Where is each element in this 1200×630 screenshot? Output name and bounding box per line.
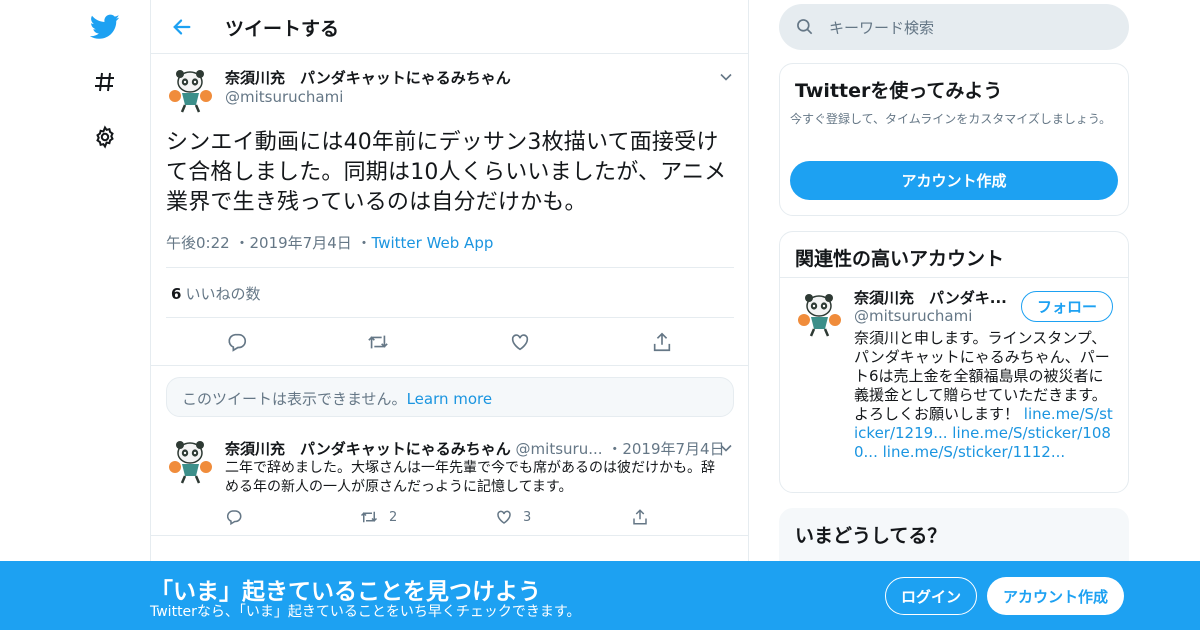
like-count: 3 (523, 509, 532, 525)
create-account-button[interactable]: アカウント作成 (790, 161, 1118, 200)
reply-header: 奈須川充 パンダキャットにゃるみちゃん @mitsuru... ・2019年7月… (225, 438, 725, 459)
divider (780, 277, 1128, 278)
chevron-down-icon[interactable] (718, 440, 734, 456)
reply-tweet[interactable]: 奈須川充 パンダキャットにゃるみちゃん @mitsuru... ・2019年7月… (151, 428, 749, 536)
divider (166, 317, 734, 318)
signup-description: 今すぐ登録して、タイムラインをカスタマイズしましょう。 (790, 112, 1112, 126)
reply-author-name[interactable]: 奈須川充 パンダキャットにゃるみちゃん (225, 440, 511, 458)
retweet-icon[interactable] (366, 330, 390, 354)
avatar[interactable] (166, 65, 215, 114)
divider (151, 365, 749, 366)
reply-actions: 2 3 (225, 508, 725, 528)
tweet-text: シンエイ動画には40年前にデッサン3枚描いて面接受けて合格しました。同期は10人… (166, 130, 727, 215)
hashtag-icon[interactable] (88, 65, 122, 99)
heart-icon[interactable] (508, 330, 532, 354)
twitter-bird-icon[interactable] (88, 10, 122, 44)
search-input[interactable]: キーワード検索 (779, 4, 1129, 50)
reply-text: 二年で辞めました。大塚さんは一年先輩で今でも席があるのは彼だけかも。辞める年の新… (225, 460, 715, 495)
likes-label: いいねの数 (185, 285, 261, 303)
share-icon[interactable] (631, 508, 649, 526)
signup-title: Twitterを使ってみよう (795, 80, 1003, 102)
share-icon[interactable] (650, 330, 674, 354)
tweet-author-name[interactable]: 奈須川充 パンダキャットにゃるみちゃん (225, 67, 511, 88)
related-account-name[interactable]: 奈須川充 パンダキ... (854, 287, 1007, 308)
page: ツイートする 奈須川充 パンダキャットにゃるみちゃん @mitsuruchami… (0, 0, 1200, 630)
reply-icon[interactable] (225, 508, 243, 526)
related-account-bio: 奈須川と申します。ラインスタンプ、パンダキャットにゃるみちゃん、パート6は売上金… (854, 329, 1114, 462)
bottom-signup-bar: 「いま」起きていることを見つけよう Twitterなら、「いま」起きていることを… (0, 561, 1200, 630)
unavailable-tweet-notice: このツイートは表示できません。Learn more (166, 377, 734, 417)
divider (166, 267, 734, 268)
retweet-count: 2 (389, 509, 398, 525)
login-button[interactable]: ログイン (885, 577, 977, 615)
meta-separator: ・ (607, 440, 623, 458)
retweet-button[interactable]: 2 (359, 508, 397, 526)
heart-icon (497, 510, 511, 524)
tweet-time[interactable]: 午後0:22 (166, 234, 230, 252)
likes-count-row[interactable]: 6 いいねの数 (171, 283, 260, 304)
retweet-icon (360, 511, 378, 523)
tweet-author-handle[interactable]: @mitsuruchami (225, 88, 343, 106)
reply-icon[interactable] (225, 330, 249, 354)
reply-author-handle[interactable]: @mitsuru... (516, 440, 603, 458)
related-account-handle[interactable]: @mitsuruchami (854, 307, 972, 325)
related-title: 関連性の高いアカウント (795, 248, 1005, 270)
chevron-down-icon[interactable] (718, 69, 734, 85)
bio-link[interactable]: line.me/S/sticker/1112... (883, 443, 1066, 461)
search-icon (797, 19, 813, 35)
bottom-bar-subtitle: Twitterなら、「いま」起きていることをいち早くチェックできます。 (150, 604, 581, 620)
meta-separator: ・ (234, 234, 250, 252)
like-button[interactable]: 3 (495, 508, 531, 526)
search-placeholder: キーワード検索 (829, 19, 935, 37)
signup-card: Twitterを使ってみよう 今すぐ登録して、タイムラインをカスタマイズしましょ… (779, 63, 1129, 216)
gear-icon[interactable] (88, 120, 122, 154)
avatar[interactable] (795, 289, 844, 338)
page-title: ツイートする (225, 18, 340, 40)
reply-date[interactable]: 2019年7月4日 (622, 440, 724, 458)
tweet-meta: 午後0:22 ・2019年7月4日 ・Twitter Web App (166, 232, 493, 253)
tweet-source[interactable]: Twitter Web App (372, 234, 494, 252)
learn-more-link[interactable]: Learn more (407, 390, 493, 408)
likes-count: 6 (171, 285, 182, 303)
meta-separator: ・ (356, 234, 372, 252)
avatar[interactable] (166, 436, 215, 485)
related-accounts-card: 関連性の高いアカウント 奈須川充 パンダキ... @mitsuruchami フ… (779, 231, 1129, 493)
signup-button[interactable]: アカウント作成 (987, 577, 1124, 615)
tweet-date[interactable]: 2019年7月4日 (249, 234, 351, 252)
follow-button[interactable]: フォロー (1021, 291, 1113, 322)
main-column: ツイートする 奈須川充 パンダキャットにゃるみちゃん @mitsuruchami… (150, 0, 749, 630)
back-arrow-icon[interactable] (169, 14, 195, 40)
left-nav (0, 0, 150, 630)
trends-title: いまどうしてる？ (795, 525, 947, 547)
unavailable-text: このツイートは表示できません。 (182, 390, 407, 408)
tweet-actions (151, 330, 749, 354)
main-header: ツイートする (151, 0, 748, 54)
